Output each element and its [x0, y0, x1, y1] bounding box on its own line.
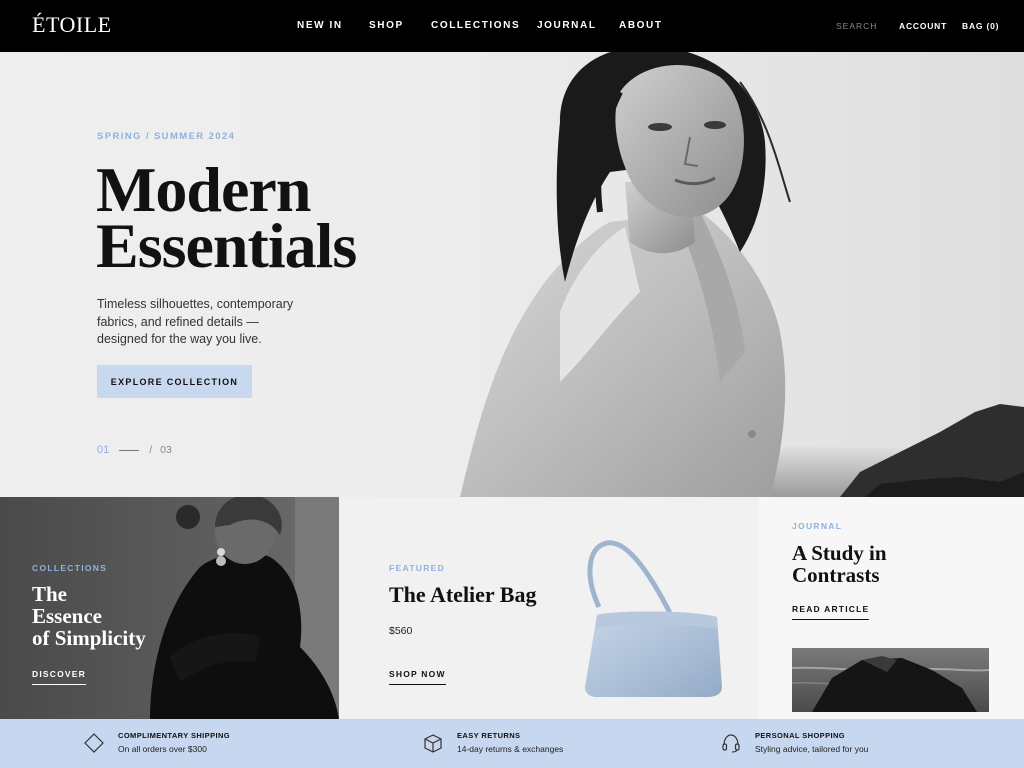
- nav-link-new-in[interactable]: NEW IN: [297, 20, 343, 31]
- feature-returns: EASY RETURNS 14-day returns & exchanges: [423, 731, 563, 754]
- product-price: $560: [389, 625, 413, 637]
- atelier-bag-image[interactable]: [577, 537, 727, 702]
- collections-eyebrow: COLLECTIONS: [32, 563, 108, 573]
- hero-pager: 01 / 03: [97, 444, 172, 456]
- hero-title-line-2: Essentials: [96, 210, 357, 281]
- collections-tile[interactable]: COLLECTIONS The Essence of Simplicity DI…: [0, 497, 339, 719]
- feature-personal-shopping-title: PERSONAL SHOPPING: [755, 731, 846, 740]
- feature-personal-shopping-sub: Styling advice, tailored for you: [755, 744, 869, 754]
- feature-returns-title: EASY RETURNS: [457, 731, 521, 740]
- pager-total[interactable]: 03: [160, 444, 172, 456]
- account-link[interactable]: ACCOUNT: [899, 21, 947, 31]
- journal-rock-photo[interactable]: [792, 648, 989, 712]
- pager-separator: /: [149, 444, 153, 456]
- hero-title: Modern Essentials: [96, 158, 357, 281]
- pager-current[interactable]: 01: [97, 444, 109, 456]
- read-article-link[interactable]: READ ARTICLE: [792, 604, 870, 620]
- journal-title-line-1: A Study in: [792, 541, 887, 565]
- feature-shipping-title: COMPLIMENTARY SHIPPING: [118, 731, 231, 740]
- featured-title: The Atelier Bag: [389, 582, 537, 607]
- feature-shipping: COMPLIMENTARY SHIPPING On all orders ove…: [84, 731, 230, 754]
- box-icon: [424, 733, 442, 753]
- feature-shipping-sub: On all orders over $300: [118, 744, 207, 754]
- journal-title-line-2: Contrasts: [792, 563, 880, 587]
- shop-now-link[interactable]: SHOP NOW: [389, 669, 446, 685]
- journal-title: A Study in Contrasts: [792, 542, 887, 586]
- nav-link-about[interactable]: ABOUT: [619, 20, 663, 31]
- journal-tile[interactable]: JOURNAL A Study in Contrasts READ ARTICL…: [759, 497, 1024, 719]
- hero-description: Timeless silhouettes, contemporary fabri…: [97, 297, 294, 346]
- brand-logo[interactable]: ÉTOILE: [32, 12, 112, 38]
- tag-icon: [84, 732, 104, 753]
- featured-eyebrow: FEATURED: [389, 563, 446, 573]
- nav-link-shop[interactable]: SHOP: [369, 20, 404, 31]
- discover-link[interactable]: DISCOVER: [32, 669, 86, 685]
- features-strip: COMPLIMENTARY SHIPPING On all orders ove…: [0, 719, 1024, 768]
- hero-banner: SPRING / SUMMER 2024 Modern Essentials T…: [0, 52, 1024, 497]
- hero-eyebrow: SPRING / SUMMER 2024: [97, 131, 236, 142]
- pager-divider: [119, 449, 140, 451]
- search-link[interactable]: SEARCH: [836, 21, 877, 31]
- featured-tile[interactable]: FEATURED The Atelier Bag $560 SHOP NOW: [339, 497, 759, 719]
- nav-link-journal[interactable]: JOURNAL: [537, 20, 597, 31]
- nav-link-collections[interactable]: COLLECTIONS: [431, 20, 520, 31]
- collections-title: The Essence of Simplicity: [32, 583, 146, 649]
- collections-title-line-3: of Simplicity: [32, 626, 146, 650]
- feature-returns-sub: 14-day returns & exchanges: [457, 744, 564, 754]
- top-nav: ÉTOILE NEW IN SHOP COLLECTIONS JOURNAL A…: [0, 0, 1024, 52]
- feature-personal-shopping: PERSONAL SHOPPING Styling advice, tailor…: [721, 731, 868, 754]
- journal-eyebrow: JOURNAL: [792, 521, 843, 531]
- explore-collection-button[interactable]: EXPLORE COLLECTION: [97, 365, 252, 398]
- headset-icon: [722, 733, 740, 753]
- collections-title-line-1: The: [32, 582, 68, 606]
- collections-title-line-2: Essence: [32, 604, 102, 628]
- bag-link[interactable]: BAG (0): [962, 21, 999, 31]
